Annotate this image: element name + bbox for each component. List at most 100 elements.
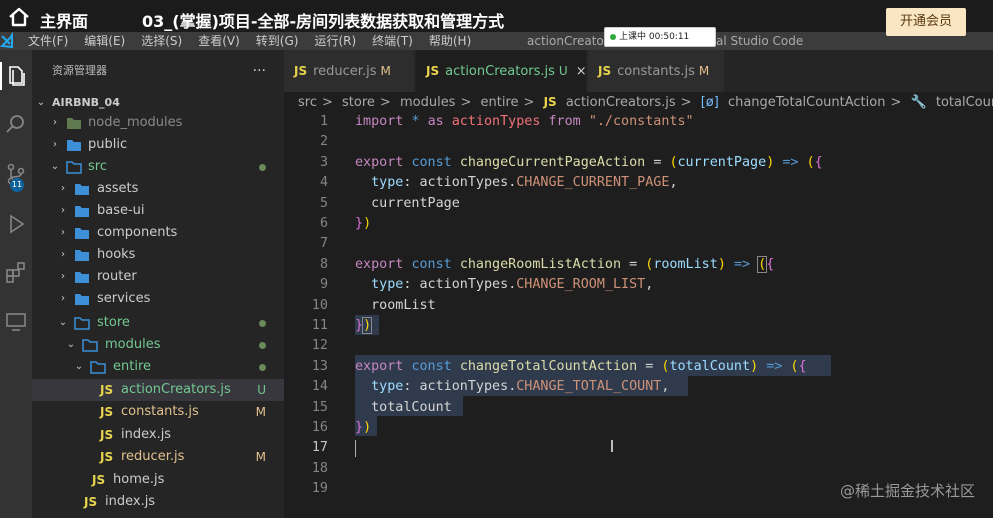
tree-item-assets[interactable]: › assets xyxy=(32,178,284,200)
vip-button[interactable]: 开通会员 xyxy=(886,8,966,36)
tree-item-label: assets xyxy=(97,181,139,196)
wrench-icon: 🔧 xyxy=(910,95,927,110)
menu-terminal[interactable]: 终端(T) xyxy=(372,32,413,50)
js-file-icon: JS xyxy=(100,405,114,419)
workspace-root[interactable]: ⌄ AIRBNB_04 xyxy=(32,92,284,114)
tree-item-actioncreators[interactable]: JS actionCreators.js U xyxy=(32,379,284,401)
js-file-icon: JS xyxy=(294,64,308,78)
code-line-15: totalCount xyxy=(371,399,452,415)
tree-item-constants[interactable]: JS constants.js M xyxy=(32,401,284,423)
chevron-right-icon: › xyxy=(53,139,57,150)
menu-selection[interactable]: 选择(S) xyxy=(141,32,182,50)
tree-item-label: hooks xyxy=(97,247,136,262)
menu-view[interactable]: 查看(V) xyxy=(198,32,240,50)
menu-run[interactable]: 运行(R) xyxy=(314,32,356,50)
active-indicator xyxy=(0,62,2,90)
line-number: 15 xyxy=(311,399,328,415)
folder-open-icon xyxy=(66,161,82,174)
explorer-icon[interactable] xyxy=(4,64,28,88)
home-icon[interactable] xyxy=(8,7,30,27)
recording-dot-icon xyxy=(610,34,616,40)
line-number: 10 xyxy=(311,297,328,313)
tree-item-router[interactable]: › router xyxy=(32,266,284,288)
line-number: 18 xyxy=(311,460,328,476)
breadcrumb-separator: > xyxy=(523,95,535,110)
breadcrumb-separator: > xyxy=(379,95,391,110)
js-file-icon: JS xyxy=(598,64,612,78)
line-number: 7 xyxy=(319,236,328,252)
code-editor[interactable]: 1 import * as actionTypes from "./constan… xyxy=(284,112,993,518)
tree-item-home[interactable]: JS home.js xyxy=(32,469,284,491)
js-file-icon: JS xyxy=(92,473,106,487)
modified-badge: M xyxy=(255,450,266,464)
js-file-icon: JS xyxy=(426,64,440,78)
breadcrumb-modules[interactable]: modules xyxy=(400,95,456,110)
folder-icon xyxy=(75,272,89,283)
window-title: actionCreators xyxy=(527,34,615,48)
tree-item-index[interactable]: JS index.js xyxy=(32,424,284,446)
code-line-14: type: actionTypes.CHANGE_TOTAL_COUNT, xyxy=(371,379,670,395)
js-file-icon: JS xyxy=(100,383,114,397)
breadcrumb-store[interactable]: store xyxy=(342,95,375,110)
tree-item-store-index[interactable]: JS index.js xyxy=(32,491,284,513)
tree-item-public[interactable]: › public xyxy=(32,134,284,156)
tab-reducer[interactable]: JS reducer.js M xyxy=(284,50,414,92)
tree-item-modules[interactable]: ⌄ modules xyxy=(32,334,284,356)
js-file-icon: JS xyxy=(100,450,114,464)
tree-item-base-ui[interactable]: › base-ui xyxy=(32,200,284,222)
tree-item-reducer[interactable]: JS reducer.js M xyxy=(32,446,284,468)
js-file-icon: JS xyxy=(100,428,114,442)
menu-go[interactable]: 转到(G) xyxy=(256,32,299,50)
js-file-icon: JS xyxy=(543,95,557,109)
chevron-down-icon: ⌄ xyxy=(66,339,76,350)
tree-item-services[interactable]: › services xyxy=(32,288,284,310)
more-actions-icon[interactable]: ··· xyxy=(253,50,266,92)
extensions-icon[interactable] xyxy=(4,260,28,284)
line-number: 14 xyxy=(311,379,328,395)
close-icon[interactable]: × xyxy=(576,64,587,79)
breadcrumb-src[interactable]: src xyxy=(298,95,317,110)
menu-file[interactable]: 文件(F) xyxy=(28,32,68,50)
breadcrumb-entire[interactable]: entire xyxy=(481,95,519,110)
tab-status: U xyxy=(558,64,568,78)
breadcrumb-separator: > xyxy=(680,95,692,110)
tree-item-src[interactable]: ⌄ src xyxy=(32,156,284,178)
modified-dot-icon xyxy=(259,364,266,371)
menu-help[interactable]: 帮助(H) xyxy=(429,32,471,50)
breadcrumb: src > store > modules > entire > JS actionCr… xyxy=(298,92,993,112)
tab-constants[interactable]: JS constants.js M xyxy=(588,50,724,92)
recording-indicator: 上课中 00:50:11 xyxy=(604,27,716,47)
editor-tabs: JS reducer.js M JS actionCreators.js U × JS co… xyxy=(284,50,993,92)
tab-status: M xyxy=(698,64,710,78)
line-number: 2 xyxy=(319,134,328,150)
menu-edit[interactable]: 编辑(E) xyxy=(84,32,125,50)
search-icon[interactable] xyxy=(4,112,28,136)
folder-open-icon xyxy=(90,361,106,374)
remote-explorer-icon[interactable] xyxy=(4,310,28,334)
code-line-9: type: actionTypes.CHANGE_ROOM_LIST, xyxy=(371,277,654,293)
chevron-right-icon: › xyxy=(61,183,65,194)
tree-item-hooks[interactable]: › hooks xyxy=(32,244,284,266)
line-number: 19 xyxy=(311,481,328,497)
tree-item-store[interactable]: ⌄ store xyxy=(32,312,284,334)
folder-icon xyxy=(75,228,89,239)
breadcrumb-file[interactable]: actionCreators.js xyxy=(566,95,676,110)
tree-item-label: constants.js xyxy=(121,404,199,419)
tree-item-label: entire xyxy=(113,359,152,374)
run-debug-icon[interactable] xyxy=(4,212,28,236)
vscode-logo-icon xyxy=(0,32,13,49)
window-title-suffix: al Studio Code xyxy=(716,34,804,48)
tab-actioncreators[interactable]: JS actionCreators.js U × xyxy=(416,50,587,92)
video-title-bar: 主界面 03_(掌握)项目-全部-房间列表数据获取和管理方式 开通会员 xyxy=(0,0,993,36)
chevron-right-icon: › xyxy=(53,117,57,128)
tree-item-node-modules[interactable]: › node_modules xyxy=(32,112,284,134)
breadcrumb-symbol[interactable]: changeTotalCountAction xyxy=(728,95,886,110)
home-title[interactable]: 主界面 xyxy=(40,8,88,32)
breadcrumb-property[interactable]: totalCount xyxy=(936,95,993,110)
code-line-4: type: actionTypes.CHANGE_CURRENT_PAGE, xyxy=(371,175,678,191)
code-line-16: }) xyxy=(355,420,372,435)
tree-item-entire[interactable]: ⌄ entire xyxy=(32,356,284,378)
tree-item-label: index.js xyxy=(121,427,172,442)
tree-item-components[interactable]: › components xyxy=(32,222,284,244)
modified-dot-icon xyxy=(259,164,266,171)
